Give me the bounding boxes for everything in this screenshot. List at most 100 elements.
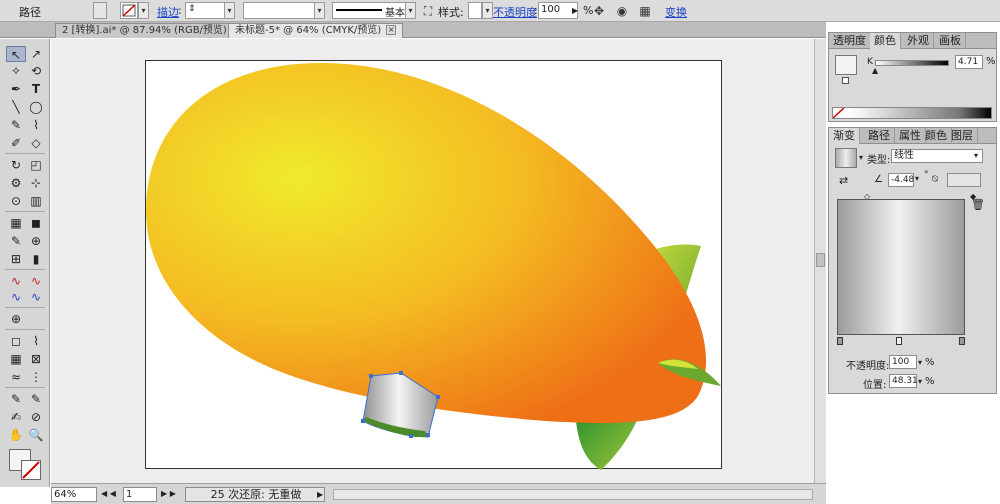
- knife-tool-icon[interactable]: ≈: [6, 369, 26, 385]
- k-value-input[interactable]: 4.71: [955, 55, 983, 69]
- lasso-tool-icon[interactable]: ⟲: [26, 63, 46, 79]
- selection-tool-icon[interactable]: ↖: [6, 46, 26, 62]
- scroll-thumb[interactable]: [816, 253, 825, 267]
- warp-tool-icon[interactable]: ⚙: [6, 175, 26, 191]
- position-dropdown-icon[interactable]: ▾: [918, 377, 922, 386]
- gradient-stop-left[interactable]: [837, 337, 843, 345]
- measure-tool-icon[interactable]: ⊘: [26, 409, 46, 425]
- stroke-weight-dropdown[interactable]: ▾: [224, 2, 235, 19]
- tab-document-2[interactable]: 未标题-5* @ 64% (CMYK/预览) ×: [228, 23, 404, 38]
- perspective-grid-tool-icon[interactable]: ▥: [26, 193, 46, 209]
- gradient-stop-mid[interactable]: [896, 337, 902, 345]
- line-tool-icon[interactable]: ╲: [6, 99, 26, 115]
- stop-opacity-input[interactable]: 100: [889, 355, 917, 369]
- close-icon[interactable]: ×: [386, 25, 397, 35]
- status-menu-icon[interactable]: ▶: [317, 490, 323, 499]
- reverse-gradient-icon[interactable]: ⇄: [839, 174, 848, 187]
- direct-selection-tool-icon[interactable]: ↗: [26, 46, 46, 62]
- type-tool-icon[interactable]: T: [26, 81, 46, 97]
- color-mode-buttons[interactable]: [6, 483, 44, 487]
- gradient-type-select[interactable]: 线性: [891, 149, 983, 163]
- eyedropper-tool-icon[interactable]: ✎: [6, 233, 26, 249]
- prev-artboard-icon[interactable]: ◀ ◀: [101, 489, 116, 498]
- artboard-tool-icon[interactable]: ◻: [6, 333, 26, 349]
- delete-stop-icon[interactable]: 🗑: [971, 198, 985, 211]
- angle-dropdown-icon[interactable]: ▾: [915, 174, 919, 183]
- chevron-down-icon[interactable]: ▾: [974, 151, 978, 160]
- transform-icon[interactable]: ▦: [637, 3, 653, 19]
- add-anchor-tool-icon[interactable]: ∿: [6, 273, 26, 289]
- gradient-tool-icon[interactable]: ◼: [26, 215, 46, 231]
- style-dropdown[interactable]: ▾: [482, 2, 493, 19]
- align-icon[interactable]: ⛶: [420, 3, 436, 19]
- scissors-tool-icon[interactable]: ⋮: [26, 369, 46, 385]
- ellipse-tool-icon[interactable]: ◯: [26, 99, 46, 115]
- color-spectrum-bar[interactable]: [832, 107, 992, 119]
- opacity-dropdown-icon[interactable]: ▾: [918, 358, 922, 367]
- k-slider-track[interactable]: [875, 60, 949, 66]
- fill-swatch[interactable]: [93, 2, 107, 19]
- stroke-color-swatch[interactable]: [21, 460, 41, 480]
- delete-anchor-tool-icon[interactable]: ∿: [6, 289, 26, 305]
- free-transform-tool-icon[interactable]: ⊹: [26, 175, 46, 191]
- magic-wand-tool-icon[interactable]: ✧: [6, 63, 26, 79]
- gradient-stop-right[interactable]: [959, 337, 965, 345]
- live-paint-tool-icon[interactable]: ✎: [6, 391, 26, 407]
- tab-appearance[interactable]: 外观: [903, 33, 934, 49]
- hand-tool-icon[interactable]: ✋: [6, 427, 26, 443]
- opacity-link[interactable]: 不透明度: [493, 4, 537, 20]
- mesh-tool-icon[interactable]: ▦: [6, 215, 26, 231]
- column-graph-tool-icon[interactable]: ▮: [26, 251, 46, 267]
- stroke-dropdown[interactable]: ▾: [138, 2, 149, 19]
- variable-width-input[interactable]: [243, 2, 325, 19]
- tab-gradient[interactable]: 渐变: [829, 128, 860, 144]
- gradient-preset-dropdown-icon[interactable]: ▾: [859, 153, 863, 162]
- tab-document-1[interactable]: 2 [转换].ai* @ 87.94% (RGB/预览)×: [55, 23, 249, 38]
- k-slider-thumb[interactable]: ▲: [872, 66, 878, 75]
- gradient-preview-swatch[interactable]: [835, 148, 857, 168]
- transform-link[interactable]: 变换: [665, 4, 687, 20]
- blob-brush-tool-icon[interactable]: ✐: [6, 135, 26, 151]
- zoom-tool-icon[interactable]: 🔍: [26, 427, 46, 443]
- opacity-arrow-icon[interactable]: ▶: [572, 6, 578, 15]
- stroke-link[interactable]: 描边: [157, 4, 179, 20]
- anchor-convert-tool-icon[interactable]: ∿: [26, 273, 46, 289]
- variable-width-dropdown[interactable]: ▾: [314, 2, 325, 19]
- brush-dropdown[interactable]: ▾: [405, 2, 416, 19]
- pen-tool-icon[interactable]: ✒: [6, 81, 26, 97]
- live-paint-select-tool-icon[interactable]: ✎: [26, 391, 46, 407]
- stop-position-input[interactable]: 48.31: [889, 374, 918, 388]
- paintbrush-tool-icon[interactable]: ✎: [6, 117, 26, 133]
- blend-tool-icon[interactable]: ⊕: [26, 233, 46, 249]
- style-swatch[interactable]: [468, 2, 482, 19]
- tab-artboards[interactable]: 画板: [935, 33, 966, 49]
- target-tool-icon[interactable]: ⊕: [6, 311, 26, 327]
- tab-layers[interactable]: 图层: [947, 128, 978, 144]
- artboard-number-input[interactable]: 1: [123, 487, 157, 502]
- width-tool-icon[interactable]: ⌇: [26, 333, 46, 349]
- vertical-scrollbar[interactable]: [814, 39, 826, 483]
- shape-builder-tool-icon[interactable]: ⊙: [6, 193, 26, 209]
- tab-color[interactable]: 颜色: [870, 33, 901, 49]
- horizontal-scrollbar[interactable]: [333, 489, 813, 500]
- next-artboard-icon[interactable]: ▶ ▶: [161, 489, 176, 498]
- scale-tool-icon[interactable]: ◰: [26, 157, 46, 173]
- stroke-swatch[interactable]: [120, 2, 138, 19]
- current-color-swatch[interactable]: [835, 55, 857, 75]
- recolor-icon[interactable]: ✥: [591, 3, 607, 19]
- slice-select-tool-icon[interactable]: ⊠: [26, 351, 46, 367]
- artboard[interactable]: [145, 60, 722, 470]
- tab-pathfinder[interactable]: 路径: [864, 128, 895, 144]
- smooth-tool-icon[interactable]: ∿: [26, 289, 46, 305]
- tab-transparency[interactable]: 透明度: [829, 33, 871, 49]
- gradient-slider-preview[interactable]: [837, 199, 965, 335]
- pencil-tool-icon[interactable]: ⌇: [26, 117, 46, 133]
- pencil-alt-tool-icon[interactable]: ✍: [6, 409, 26, 425]
- zoom-input[interactable]: 64%: [51, 487, 97, 502]
- rotate-tool-icon[interactable]: ↻: [6, 157, 26, 173]
- angle-input[interactable]: -4.48: [888, 173, 914, 187]
- symbol-sprayer-tool-icon[interactable]: ⊞: [6, 251, 26, 267]
- globe-icon[interactable]: ◉: [614, 3, 630, 19]
- slice-tool-icon[interactable]: ▦: [6, 351, 26, 367]
- brush-definition-field[interactable]: 基本: [332, 2, 414, 19]
